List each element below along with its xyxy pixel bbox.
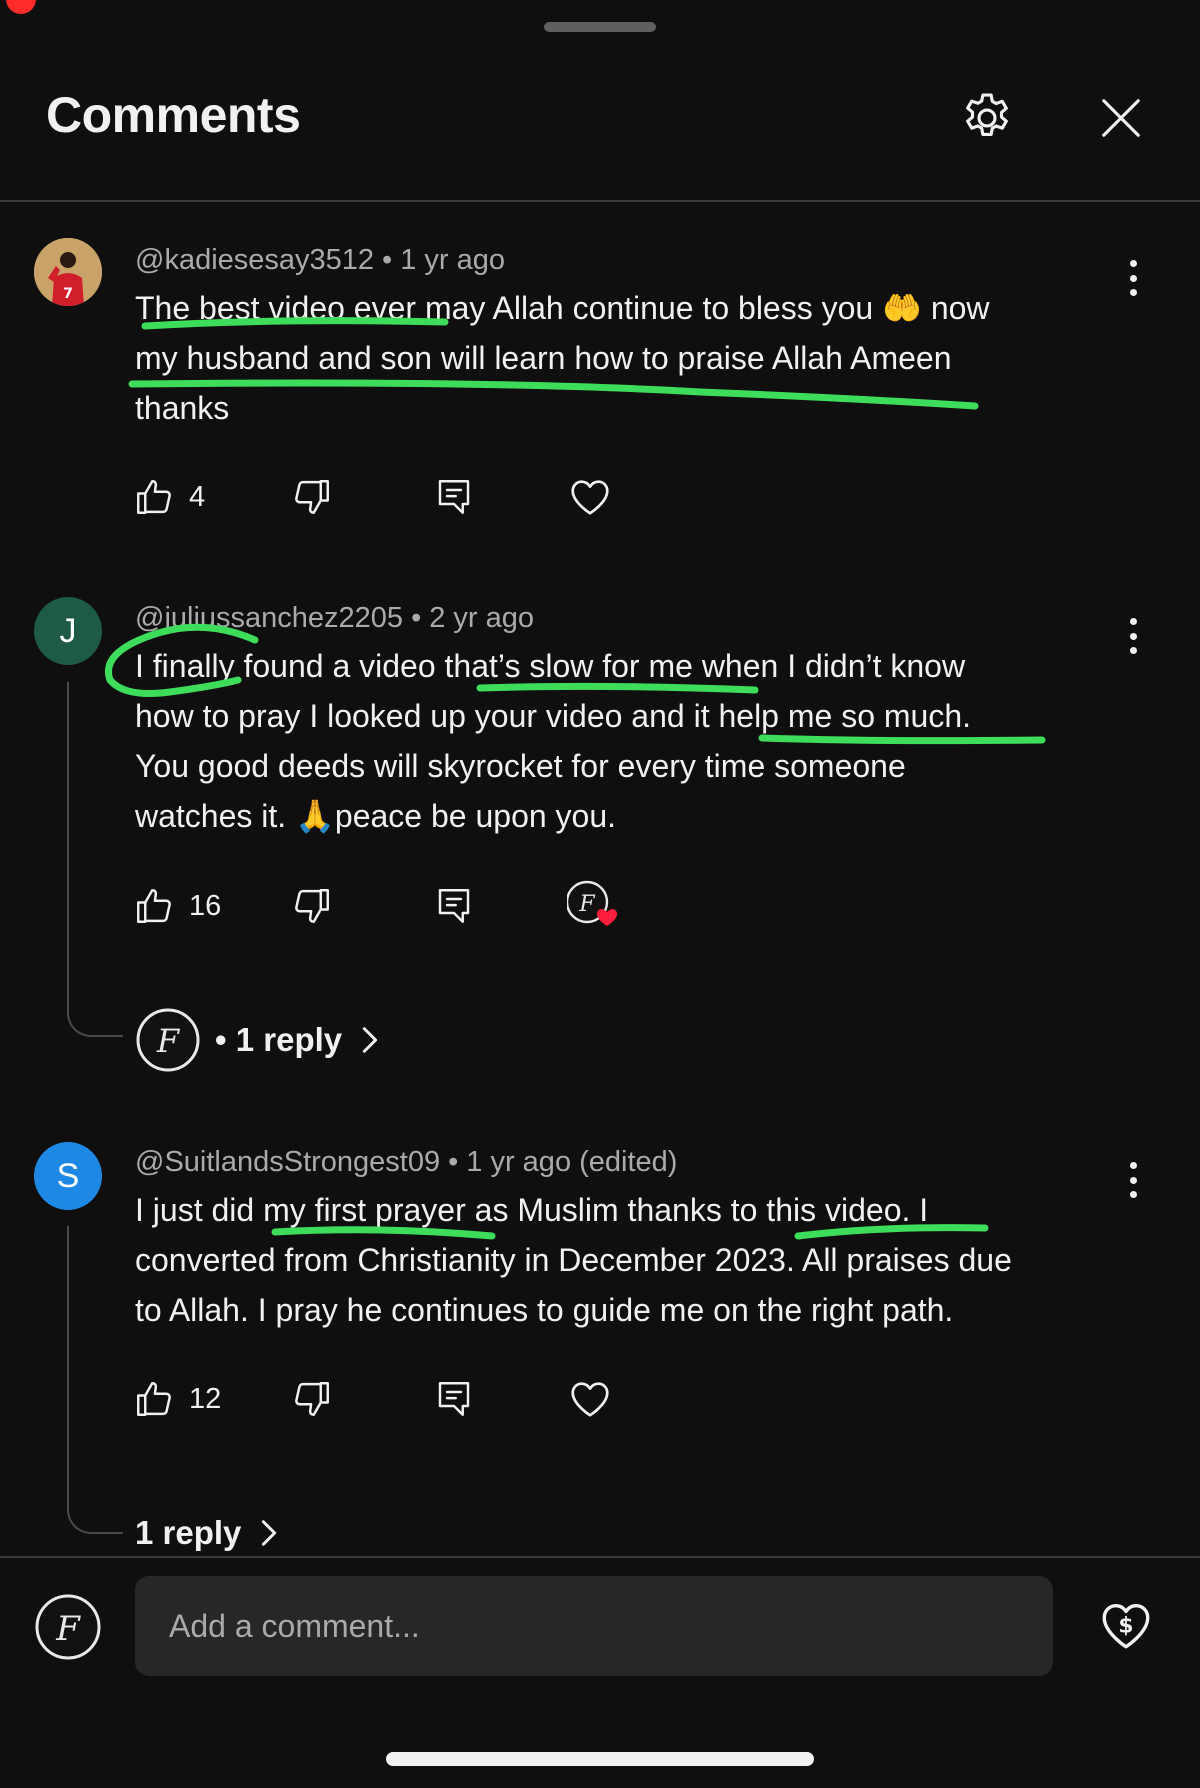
author-handle[interactable]: @kadiesesay3512 bbox=[135, 244, 374, 276]
thumbs-up-icon bbox=[137, 480, 171, 514]
dislike-button[interactable] bbox=[291, 472, 333, 522]
svg-text:$: $ bbox=[1118, 1613, 1133, 1638]
chevron-right-icon bbox=[262, 1520, 277, 1546]
comment-actions: 16 F bbox=[133, 880, 733, 931]
like-button[interactable]: 16 bbox=[133, 881, 221, 931]
comment-meta: @kadiesesay3512 • 1 yr ago bbox=[135, 244, 505, 276]
settings-button[interactable] bbox=[957, 88, 1017, 148]
like-button[interactable]: 4 bbox=[133, 472, 205, 522]
comment-actions: 4 bbox=[133, 472, 733, 522]
comment-text: I just did my first prayer as Muslim tha… bbox=[135, 1185, 1145, 1335]
dislike-button[interactable] bbox=[291, 881, 333, 931]
comment-line: thanks bbox=[135, 390, 230, 426]
svg-text:F: F bbox=[578, 892, 595, 917]
comment-line: my husband and son will learn how to pra… bbox=[135, 340, 952, 376]
avatar[interactable]: 7 bbox=[34, 238, 102, 306]
like-count: 12 bbox=[189, 1382, 222, 1415]
comment-text: The best video ever may Allah continue t… bbox=[135, 283, 1145, 433]
comment-age: 1 yr ago bbox=[400, 244, 505, 276]
comment-line: converted from Christianity in December … bbox=[135, 1242, 1012, 1278]
profile-photo-icon: 7 bbox=[34, 238, 102, 306]
reply-button[interactable] bbox=[433, 881, 475, 931]
comment-line: watches it. 🙏peace be upon you. bbox=[135, 798, 617, 834]
reply-thread-line bbox=[67, 1226, 123, 1534]
home-indicator bbox=[386, 1752, 814, 1766]
comment-text: I finally found a video that’s slow for … bbox=[135, 641, 1145, 841]
avatar[interactable]: J bbox=[34, 597, 102, 665]
close-icon bbox=[1102, 99, 1140, 137]
header-divider bbox=[0, 200, 1200, 202]
user-avatar-icon: F bbox=[35, 1594, 101, 1660]
chevron-right-icon bbox=[363, 1027, 378, 1053]
comment-age: 1 yr ago (edited) bbox=[466, 1146, 678, 1178]
author-handle[interactable]: @juliussanchez2205 bbox=[135, 602, 403, 634]
composer-divider bbox=[0, 1556, 1200, 1558]
add-comment-placeholder: Add a comment... bbox=[169, 1607, 420, 1644]
comment-line: how to pray I looked up your video and i… bbox=[135, 698, 972, 734]
svg-text:7: 7 bbox=[63, 286, 73, 302]
comment-line: You good deeds will skyrocket for every … bbox=[135, 748, 906, 784]
reply-thread-line bbox=[67, 682, 123, 1037]
reply-count-label: 1 reply bbox=[135, 1514, 242, 1551]
super-thanks-button[interactable]: $ bbox=[1096, 1595, 1156, 1655]
add-comment-input[interactable]: Add a comment... bbox=[135, 1576, 1053, 1676]
like-count: 16 bbox=[189, 889, 222, 922]
thumbs-down-icon bbox=[295, 480, 329, 514]
recording-indicator bbox=[6, 0, 36, 14]
view-replies-button[interactable]: 1 reply bbox=[135, 1514, 279, 1552]
thumbs-down-icon bbox=[295, 1382, 329, 1416]
comment-line: I finally found a video that’s slow for … bbox=[135, 648, 966, 684]
heart-button[interactable] bbox=[567, 472, 613, 522]
reply-count-label: 1 reply bbox=[235, 1021, 343, 1058]
super-thanks-icon: $ bbox=[1102, 1603, 1150, 1649]
heart-button[interactable] bbox=[567, 1374, 613, 1424]
current-user-avatar[interactable]: F bbox=[34, 1593, 102, 1661]
view-replies-button[interactable]: F • 1 reply bbox=[135, 1007, 380, 1073]
creator-hearted-icon: F bbox=[567, 880, 617, 926]
thumbs-up-icon bbox=[137, 889, 171, 923]
page-title: Comments bbox=[46, 87, 301, 143]
author-handle[interactable]: @SuitlandsStrongest09 bbox=[135, 1146, 440, 1178]
like-count: 4 bbox=[189, 480, 206, 513]
comment-line: I just did my first prayer as Muslim tha… bbox=[135, 1192, 929, 1228]
comment-age: 2 yr ago bbox=[429, 602, 535, 634]
dislike-button[interactable] bbox=[291, 1374, 333, 1424]
comment-line: to Allah. I pray he continues to guide m… bbox=[135, 1292, 954, 1328]
avatar[interactable]: S bbox=[34, 1142, 102, 1210]
comment-meta: @SuitlandsStrongest09 • 1 yr ago (edited) bbox=[135, 1146, 678, 1178]
comments-sheet: Comments 7 @kadiesesay3512 • 1 yr ago Th… bbox=[0, 0, 1200, 1788]
drag-handle[interactable] bbox=[544, 22, 656, 32]
gear-icon bbox=[966, 93, 1008, 137]
avatar-letter: S bbox=[56, 1156, 80, 1195]
comment-line: The best video ever may Allah continue t… bbox=[135, 290, 990, 326]
thumbs-up-icon bbox=[137, 1382, 171, 1416]
thumbs-down-icon bbox=[295, 889, 329, 923]
reply-button[interactable] bbox=[433, 472, 475, 522]
reply-comment-icon bbox=[438, 889, 470, 923]
close-button[interactable] bbox=[1091, 88, 1151, 148]
reply-comment-icon bbox=[438, 480, 470, 514]
heart-icon bbox=[571, 480, 609, 515]
reply-separator: • bbox=[215, 1021, 236, 1058]
like-button[interactable]: 12 bbox=[133, 1374, 221, 1424]
heart-icon bbox=[571, 1382, 609, 1417]
creator-heart-button[interactable]: F bbox=[567, 880, 619, 931]
comment-meta: @juliussanchez2205 • 2 yr ago bbox=[135, 602, 535, 634]
reply-button[interactable] bbox=[433, 1374, 475, 1424]
comment-actions: 12 bbox=[133, 1374, 733, 1424]
svg-text:F: F bbox=[156, 1022, 181, 1060]
reply-comment-icon bbox=[438, 1382, 470, 1416]
svg-text:F: F bbox=[55, 1609, 81, 1649]
creator-avatar-icon: F bbox=[136, 1008, 200, 1072]
avatar-letter: J bbox=[59, 611, 77, 650]
